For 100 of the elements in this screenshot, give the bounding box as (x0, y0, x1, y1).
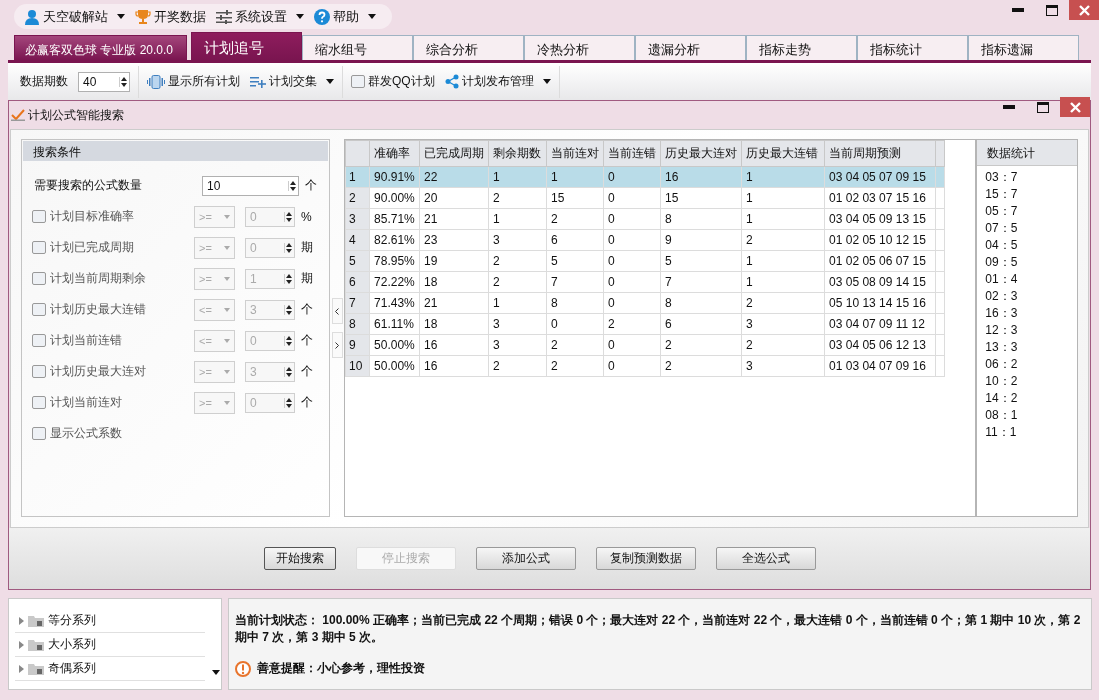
checkbox[interactable] (32, 272, 46, 285)
table-cell: 0 (603, 271, 661, 293)
toolbar-button[interactable]: 计划发布管理 (444, 73, 551, 90)
dropdown-caret-icon[interactable] (542, 79, 551, 84)
dropdown-caret-icon[interactable] (117, 14, 125, 19)
table-cell: 18 (419, 271, 489, 293)
spin-arrows-icon[interactable] (284, 335, 292, 346)
toolbar-button[interactable]: 显示所有计划 (147, 73, 240, 90)
stat-item: 01：4 (984, 271, 1019, 288)
checkbox-label[interactable]: 计划历史最大连对 (32, 363, 194, 380)
tab[interactable]: 指标遗漏 (968, 35, 1079, 60)
table-cell: 0 (603, 292, 661, 314)
spin-arrows-icon[interactable] (284, 211, 292, 222)
menu-item[interactable]: 系统设置 (216, 7, 304, 26)
table-row[interactable]: 6 72.22% 18 2 7 0 7 1 03 05 08 09 14 15 (345, 271, 945, 293)
checkbox[interactable] (32, 241, 46, 254)
checkbox[interactable] (32, 427, 46, 440)
table-row[interactable]: 5 78.95% 19 2 5 0 5 1 01 02 05 06 07 15 (345, 250, 945, 272)
checkbox-label[interactable]: 计划当前周期剩余 (32, 270, 194, 287)
table-cell: 03 04 05 09 13 15 (824, 208, 936, 230)
checkbox-label[interactable]: 计划当前连对 (32, 394, 194, 411)
tab[interactable]: 缩水组号 (302, 35, 413, 60)
warning-icon (235, 660, 251, 677)
table-row[interactable]: 3 85.71% 21 1 2 0 8 1 03 04 05 09 13 15 (345, 208, 945, 230)
spin-arrows-icon[interactable] (119, 76, 127, 87)
maximize-icon (1046, 4, 1058, 16)
tab[interactable]: 冷热分析 (524, 35, 635, 60)
tree-item[interactable]: 大小系列 (15, 633, 205, 657)
dialog-button[interactable]: 添加公式 (475, 547, 576, 570)
table-cell: 0 (603, 334, 661, 356)
unit-label: 个 (301, 332, 313, 349)
tab[interactable]: 遗漏分析 (635, 35, 746, 60)
dialog-button[interactable]: 开始搜索 (263, 547, 336, 570)
checkbox[interactable] (32, 396, 46, 409)
tab[interactable]: 指标统计 (857, 35, 968, 60)
table-row[interactable]: 9 50.00% 16 3 2 0 2 2 03 04 05 06 12 13 (345, 334, 945, 356)
checkbox[interactable] (32, 210, 46, 223)
table-cell: 2 (488, 355, 547, 377)
vibrating-phone-icon (147, 74, 165, 89)
sliders-icon (216, 9, 232, 24)
dialog-button[interactable]: 复制预测数据 (595, 547, 696, 570)
checkbox[interactable] (32, 365, 46, 378)
menu-item[interactable]: 天空破解站 (24, 7, 125, 26)
checkbox-label[interactable]: 计划已完成周期 (32, 239, 194, 256)
stat-item: 11：1 (984, 424, 1018, 441)
tab[interactable]: 计划追号 (191, 32, 302, 60)
column-header[interactable]: 当前连对 (546, 140, 604, 167)
table-cell: 1 (741, 187, 825, 209)
app-title-tab[interactable]: 必赢客双色球 专业版 20.0.0 (14, 35, 187, 60)
spin-arrows-icon[interactable] (288, 180, 296, 191)
column-header[interactable]: 历史最大连错 (741, 140, 825, 167)
table-row[interactable]: 7 71.43% 21 1 8 0 8 2 05 10 13 14 15 16 (345, 292, 945, 314)
dropdown-caret-icon[interactable] (296, 14, 304, 19)
table-row[interactable]: 1 90.91% 22 1 1 0 16 1 03 04 05 07 09 15 (345, 166, 945, 188)
table-cell: 3 (741, 355, 825, 377)
column-header[interactable]: 剩余期数 (488, 140, 547, 167)
tab[interactable]: 综合分析 (413, 35, 524, 60)
tree-item[interactable]: 奇偶系列 (15, 657, 205, 681)
row-header: 3 (345, 208, 370, 230)
toolbar-button[interactable]: 计划交集 (250, 73, 334, 90)
checkbox-label[interactable]: 计划当前连错 (32, 332, 194, 349)
table-cell: 1 (741, 250, 825, 272)
menu-item[interactable]: 开奖数据 (135, 7, 206, 26)
spin-arrows-icon[interactable] (284, 242, 292, 253)
count-spinner[interactable]: 10 (202, 175, 299, 196)
dropdown-caret-icon[interactable] (368, 14, 376, 19)
spin-arrows-icon[interactable] (284, 366, 292, 377)
checkbox-label[interactable]: 群发QQ计划 (351, 73, 435, 90)
table-row[interactable]: 4 82.61% 23 3 6 0 9 2 01 02 05 10 12 15 (345, 229, 945, 251)
period-spinner[interactable]: 40 (78, 71, 130, 92)
spin-arrows-icon[interactable] (284, 397, 292, 408)
stat-item: 09：5 (984, 254, 1019, 271)
column-header[interactable]: 当前周期预测 (824, 140, 936, 167)
column-header[interactable]: 当前连错 (603, 140, 661, 167)
folder-icon (28, 614, 44, 627)
table-row[interactable]: 10 50.00% 16 2 2 0 2 3 01 03 04 07 09 16 (345, 355, 945, 377)
checkbox[interactable] (32, 303, 46, 316)
spin-arrows-icon[interactable] (284, 273, 292, 284)
spin-arrows-icon[interactable] (284, 304, 292, 315)
column-header[interactable]: 历史最大连对 (660, 140, 742, 167)
checkbox-label[interactable]: 显示公式系数 (32, 425, 194, 442)
checkbox-label[interactable]: 计划历史最大连错 (32, 301, 194, 318)
column-header[interactable]: 已完成周期 (419, 140, 489, 167)
dropdown-caret-icon[interactable] (326, 79, 334, 84)
chevron-right-icon (335, 341, 340, 349)
tab[interactable]: 指标走势 (746, 35, 857, 60)
checkbox[interactable] (351, 75, 365, 88)
tree-item[interactable]: 等分系列 (15, 609, 205, 633)
column-header[interactable]: 准确率 (369, 140, 420, 167)
menu-item[interactable]: 帮助 (314, 7, 376, 26)
unit-label: 个 (301, 363, 313, 380)
row-header: 2 (345, 187, 370, 209)
checkbox[interactable] (32, 334, 46, 347)
scroll-down-icon[interactable] (212, 670, 220, 675)
close-button[interactable] (1060, 97, 1090, 117)
close-button[interactable] (1069, 0, 1099, 20)
checkbox-label[interactable]: 计划目标准确率 (32, 208, 194, 225)
table-row[interactable]: 8 61.11% 18 3 0 2 6 3 03 04 07 09 11 12 (345, 313, 945, 335)
dialog-button[interactable]: 全选公式 (715, 547, 816, 570)
table-row[interactable]: 2 90.00% 20 2 15 0 15 1 01 02 03 07 15 16 (345, 187, 945, 209)
